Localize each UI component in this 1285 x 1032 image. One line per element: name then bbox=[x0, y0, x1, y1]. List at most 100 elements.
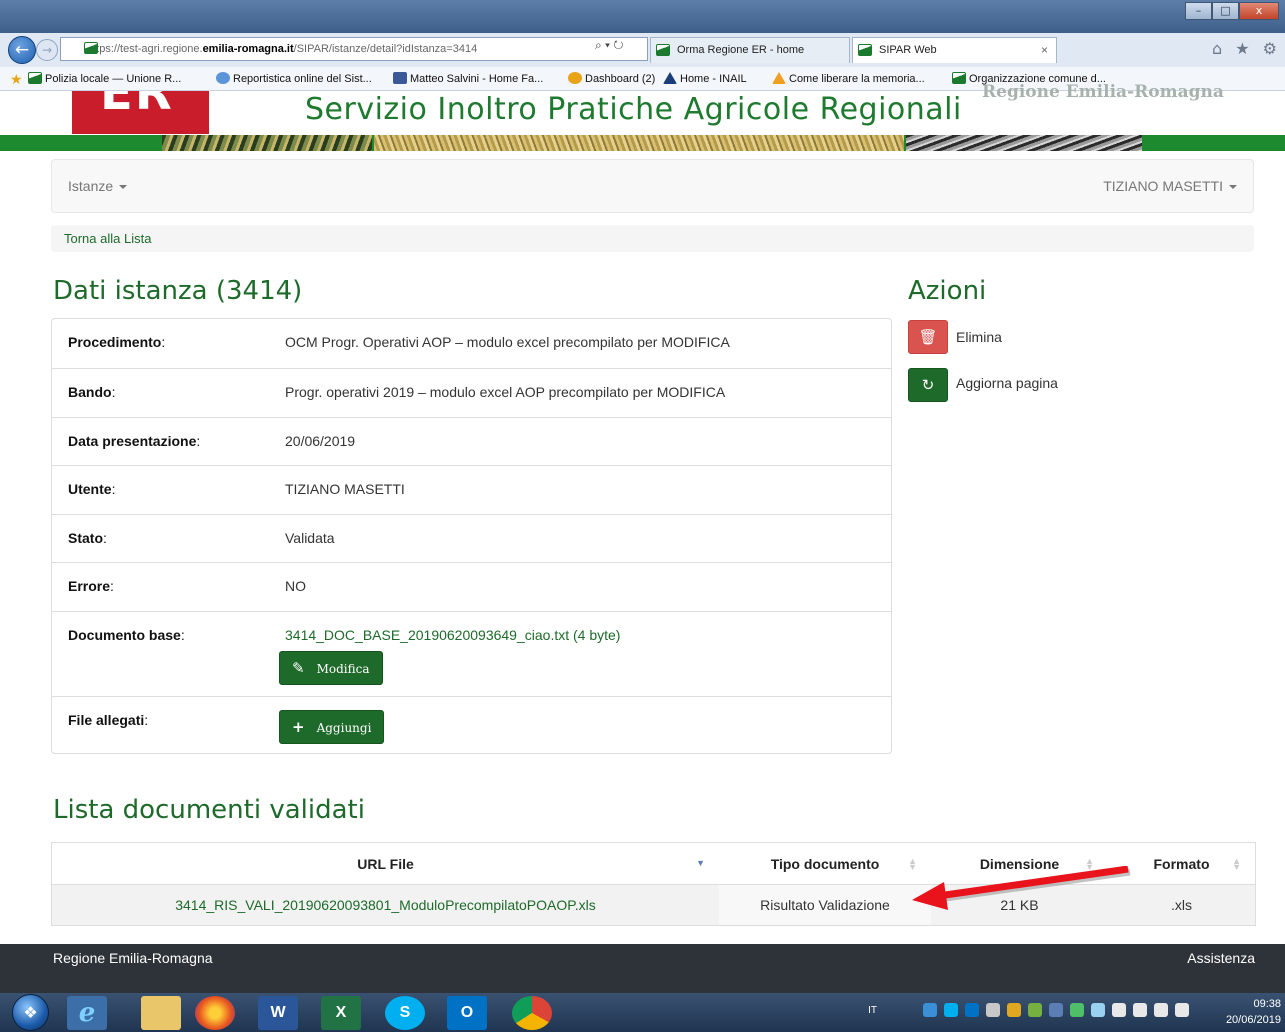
row-label: Bando: bbox=[68, 384, 116, 400]
assistance-link[interactable]: Assistenza bbox=[1187, 950, 1255, 966]
address-tools[interactable]: ⌕ ▾ ↻ bbox=[595, 38, 624, 53]
tab-orma-home[interactable]: Orma Regione ER - home bbox=[650, 37, 850, 63]
internet-explorer-icon[interactable]: e bbox=[67, 996, 107, 1030]
word-icon[interactable]: W bbox=[258, 996, 298, 1030]
ie-page-icon bbox=[216, 72, 230, 84]
firefox-icon[interactable] bbox=[195, 996, 235, 1030]
modify-label: Modifica bbox=[316, 662, 370, 676]
outlook-icon[interactable]: O bbox=[447, 996, 487, 1030]
forward-button[interactable]: → bbox=[36, 39, 58, 61]
back-to-list-link[interactable]: Torna alla Lista bbox=[64, 231, 151, 246]
er-flag-icon bbox=[656, 44, 670, 56]
pencil-icon: ✎ bbox=[292, 659, 305, 677]
favorite-label: Home - INAIL bbox=[680, 73, 747, 85]
favorite-label: Reportistica online del Sist... bbox=[233, 73, 372, 85]
istanze-menu-label: Istanze bbox=[68, 178, 114, 194]
er-flag-icon bbox=[952, 72, 966, 84]
network-share-icon[interactable] bbox=[1028, 1003, 1042, 1017]
er-flag-icon bbox=[28, 72, 42, 84]
modify-document-button[interactable]: ✎ Modifica bbox=[279, 651, 383, 685]
banner-photo-strip bbox=[374, 135, 904, 151]
row-value: Progr. operativi 2019 – modulo excel AOP… bbox=[285, 384, 726, 400]
row-label: Procedimento: bbox=[68, 334, 166, 350]
chrome-icon[interactable] bbox=[512, 996, 552, 1030]
favorite-salvini[interactable]: Matteo Salvini - Home Fa... bbox=[393, 72, 543, 85]
acrobat-icon bbox=[772, 72, 786, 84]
display-tray-icon[interactable] bbox=[1049, 1003, 1063, 1017]
favorite-dashboard[interactable]: Dashboard (2) bbox=[568, 72, 655, 85]
site-title: Servizio Inoltro Pratiche Agricole Regio… bbox=[305, 92, 962, 127]
outlook-tray-icon[interactable] bbox=[965, 1003, 979, 1017]
favorite-label: Come liberare la memoria... bbox=[789, 73, 925, 85]
row-value: NO bbox=[285, 578, 306, 594]
favorite-inail[interactable]: Home - INAIL bbox=[663, 72, 747, 85]
favorites-star-icon[interactable]: ★ bbox=[10, 71, 23, 88]
browser-home-favorites-settings-icons[interactable]: ⌂ ★ ⚙ bbox=[1212, 39, 1281, 58]
volume-icon[interactable] bbox=[1175, 1003, 1189, 1017]
user-menu-dropdown[interactable]: TIZIANO MASETTI bbox=[1103, 178, 1237, 194]
skype-tray-icon[interactable] bbox=[944, 1003, 958, 1017]
er-flag-icon bbox=[858, 44, 872, 56]
url-domain: emilia-romagna.it bbox=[202, 43, 294, 55]
main-navbar: Istanze TIZIANO MASETTI bbox=[51, 159, 1254, 213]
sync-tray-icon[interactable] bbox=[986, 1003, 1000, 1017]
favorite-label: Dashboard (2) bbox=[585, 73, 656, 85]
row-label: Errore: bbox=[68, 578, 114, 594]
close-window-button[interactable]: x bbox=[1239, 2, 1279, 20]
favorite-memoria[interactable]: Come liberare la memoria... bbox=[772, 72, 925, 85]
row-label: Utente: bbox=[68, 481, 116, 497]
excel-icon[interactable]: X bbox=[321, 996, 361, 1030]
device-tray-icon[interactable] bbox=[1133, 1003, 1147, 1017]
add-attachment-button[interactable]: + Aggiungi bbox=[279, 710, 385, 744]
row-value: Validata bbox=[285, 530, 335, 546]
footer-region-name: Regione Emilia-Romagna bbox=[53, 950, 213, 966]
detail-row-stato: Stato: Validata bbox=[52, 514, 891, 562]
favorite-reportistica[interactable]: Reportistica online del Sist... bbox=[216, 72, 372, 85]
update-tray-icon[interactable] bbox=[1070, 1003, 1084, 1017]
delete-button[interactable]: 🗑 bbox=[908, 320, 948, 354]
back-button[interactable]: ← bbox=[8, 36, 36, 64]
windows-taskbar: ❖ e W X S O IT 09:38 20/06/2019 bbox=[0, 993, 1285, 1032]
dashboard-icon bbox=[568, 72, 582, 84]
inail-icon bbox=[663, 72, 677, 84]
breadcrumb: Torna alla Lista bbox=[51, 225, 1254, 252]
column-header-type[interactable]: Tipo documento ▲ ▼ bbox=[719, 843, 931, 884]
network-tray-icon[interactable] bbox=[1154, 1003, 1168, 1017]
system-clock[interactable]: 09:38 20/06/2019 bbox=[1226, 996, 1281, 1028]
region-logo[interactable]: ER bbox=[72, 91, 209, 134]
region-name-faded: Regione Emilia-Romagna bbox=[982, 82, 1224, 102]
column-header-url[interactable]: URL File ▼ bbox=[52, 843, 719, 884]
row-value: OCM Progr. Operativi AOP – modulo excel … bbox=[285, 334, 730, 350]
refresh-button[interactable]: ↻ bbox=[908, 368, 948, 402]
delete-label[interactable]: Elimina bbox=[956, 329, 1002, 345]
flag-tray-icon[interactable] bbox=[1112, 1003, 1126, 1017]
clock-date: 20/06/2019 bbox=[1225, 1014, 1281, 1026]
tab-sipar-web[interactable]: SIPAR Web × bbox=[852, 37, 1057, 63]
file-explorer-icon[interactable] bbox=[141, 996, 181, 1030]
validated-docs-heading: Lista documenti validati bbox=[53, 795, 365, 825]
row-label: Data presentazione: bbox=[68, 433, 201, 449]
cloud-tray-icon[interactable] bbox=[1091, 1003, 1105, 1017]
trash-icon: 🗑 bbox=[918, 328, 938, 346]
windows-start-icon[interactable]: ❖ bbox=[12, 994, 49, 1031]
security-tray-icon[interactable] bbox=[1007, 1003, 1021, 1017]
tab-label: Orma Regione ER - home bbox=[677, 44, 805, 56]
favorite-polizia-locale[interactable]: Polizia locale — Unione R... bbox=[28, 72, 181, 85]
banner-photo-strip bbox=[906, 135, 1142, 151]
base-document-link[interactable]: 3414_DOC_BASE_20190620093649_ciao.txt (4… bbox=[285, 627, 620, 643]
skype-icon[interactable]: S bbox=[385, 996, 425, 1030]
address-bar[interactable]: https://test-agri.regione.emilia-romagna… bbox=[60, 37, 648, 61]
detail-row-procedimento: Procedimento: OCM Progr. Operativi AOP –… bbox=[52, 319, 891, 368]
language-indicator[interactable]: IT bbox=[868, 1005, 877, 1016]
minimize-button[interactable]: – bbox=[1185, 2, 1212, 20]
validated-file-link[interactable]: 3414_RIS_VALI_20190620093801_ModuloPreco… bbox=[52, 885, 719, 925]
onedrive-icon[interactable] bbox=[923, 1003, 937, 1017]
istanze-menu-dropdown[interactable]: Istanze bbox=[68, 178, 128, 194]
close-tab-icon[interactable]: × bbox=[1041, 38, 1048, 62]
add-label: Aggiungi bbox=[316, 721, 372, 735]
browser-title-bar bbox=[0, 0, 1285, 33]
maximize-button[interactable]: □ bbox=[1212, 2, 1239, 20]
refresh-label[interactable]: Aggiorna pagina bbox=[956, 375, 1058, 391]
plus-icon: + bbox=[292, 718, 305, 736]
refresh-icon: ↻ bbox=[921, 376, 935, 394]
